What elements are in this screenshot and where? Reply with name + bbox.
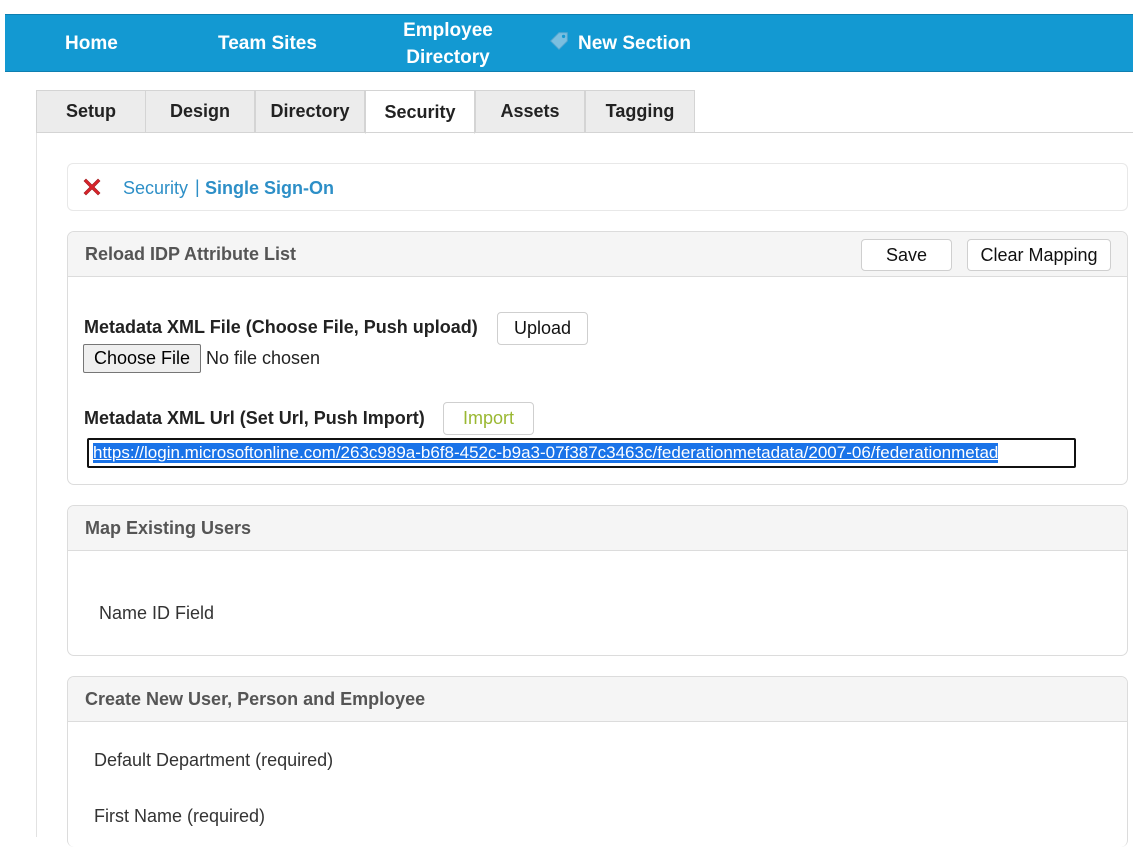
reload-idp-panel-header: Reload IDP Attribute List Save Clear Map… bbox=[68, 232, 1127, 277]
save-button[interactable]: Save bbox=[861, 239, 952, 271]
close-icon[interactable] bbox=[82, 177, 102, 197]
reload-idp-title: Reload IDP Attribute List bbox=[85, 244, 297, 264]
create-new-user-title: Create New User, Person and Employee bbox=[85, 689, 426, 709]
metadata-url-value: https://login.microsoftonline.com/263c98… bbox=[93, 443, 999, 463]
default-department-label: Default Department (required) bbox=[94, 750, 334, 770]
no-file-chosen-text: No file chosen bbox=[206, 348, 321, 368]
tab-setup[interactable]: Setup bbox=[36, 90, 146, 133]
name-id-field-label: Name ID Field bbox=[99, 603, 215, 623]
map-existing-users-header: Map Existing Users bbox=[68, 506, 1127, 551]
tab-directory[interactable]: Directory bbox=[255, 90, 365, 133]
breadcrumb: Security | Single Sign-On bbox=[67, 163, 1128, 211]
metadata-url-input[interactable]: https://login.microsoftonline.com/263c98… bbox=[87, 438, 1076, 468]
nav-new-section[interactable]: New Section bbox=[548, 30, 691, 57]
top-navigation: Home Team Sites Employee Directory New S… bbox=[5, 14, 1133, 72]
metadata-url-label: Metadata XML Url (Set Url, Push Import) bbox=[84, 408, 425, 428]
breadcrumb-current: Single Sign-On bbox=[205, 178, 334, 198]
tab-assets[interactable]: Assets bbox=[475, 90, 585, 133]
clear-mapping-button[interactable]: Clear Mapping bbox=[967, 239, 1111, 271]
map-existing-users-panel: Map Existing Users Name ID Field bbox=[67, 505, 1128, 656]
choose-file-button[interactable]: Choose File bbox=[83, 344, 201, 373]
nav-employee-directory[interactable]: Employee Directory bbox=[398, 17, 498, 71]
breadcrumb-security-link[interactable]: Security bbox=[123, 178, 188, 199]
first-name-label: First Name (required) bbox=[94, 806, 266, 826]
tab-tagging[interactable]: Tagging bbox=[585, 90, 695, 133]
content-left-border bbox=[36, 132, 37, 837]
create-new-user-header: Create New User, Person and Employee bbox=[68, 677, 1127, 722]
metadata-file-label: Metadata XML File (Choose File, Push upl… bbox=[84, 317, 478, 337]
tag-icon bbox=[550, 32, 568, 50]
tab-security[interactable]: Security bbox=[365, 90, 475, 134]
nav-home[interactable]: Home bbox=[65, 30, 118, 57]
tabs-divider bbox=[36, 132, 1133, 133]
upload-button[interactable]: Upload bbox=[497, 312, 588, 345]
import-button[interactable]: Import bbox=[443, 402, 534, 435]
tab-design[interactable]: Design bbox=[145, 90, 255, 133]
reload-idp-panel: Reload IDP Attribute List Save Clear Map… bbox=[67, 231, 1128, 485]
nav-team-sites[interactable]: Team Sites bbox=[218, 30, 317, 57]
create-new-user-panel: Create New User, Person and Employee Def… bbox=[67, 676, 1128, 847]
map-existing-users-title: Map Existing Users bbox=[85, 518, 252, 538]
nav-new-section-label: New Section bbox=[578, 33, 691, 54]
breadcrumb-separator: | bbox=[195, 177, 200, 197]
